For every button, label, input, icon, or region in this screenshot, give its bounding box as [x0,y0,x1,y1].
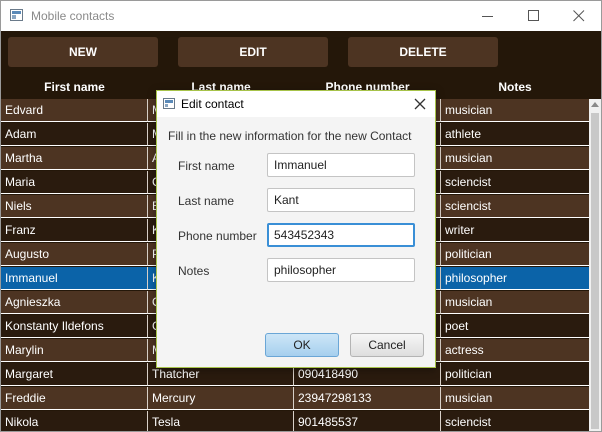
first-name-cell[interactable]: Freddie [1,387,148,410]
dialog-app-icon [163,98,175,109]
notes-field[interactable]: philosopher [267,258,415,282]
last-name-cell[interactable]: Mercury [148,387,294,410]
first-name-cell[interactable]: Maria [1,171,148,194]
notes-cell[interactable]: sciencist [441,171,589,194]
notes-cell[interactable]: politician [441,363,589,386]
scrollbar-thumb[interactable] [591,113,599,429]
app-icon [10,9,23,21]
dialog-title: Edit contact [181,97,244,111]
notes-cell[interactable]: actress [441,339,589,362]
column-header-first-name[interactable]: First name [1,75,148,99]
first-name-label: First name [178,159,235,173]
first-name-cell[interactable]: Franz [1,219,148,242]
first-name-cell[interactable]: Agnieszka [1,291,148,314]
first-name-cell[interactable]: Margaret [1,363,148,386]
notes-cell[interactable]: writer [441,219,589,242]
toolbar: NEW EDIT DELETE [1,31,601,73]
dialog-title-bar[interactable]: Edit contact [157,91,435,117]
cancel-button[interactable]: Cancel [350,333,424,357]
vertical-scrollbar[interactable] [589,99,601,431]
phone-number-cell[interactable]: 901485537 [294,411,441,431]
first-name-cell[interactable]: Adam [1,123,148,146]
first-name-cell[interactable]: Konstanty Ildefons [1,315,148,338]
last-name-field[interactable]: Kant [267,188,415,212]
window-title: Mobile contacts [31,9,115,23]
dialog-instructions: Fill in the new information for the new … [168,129,412,143]
notes-cell[interactable]: musician [441,147,589,170]
title-bar[interactable]: Mobile contacts [1,1,601,31]
new-button[interactable]: NEW [8,37,158,67]
first-name-cell[interactable]: Augusto [1,243,148,266]
column-header-notes[interactable]: Notes [441,75,589,99]
phone-number-field[interactable]: 543452343 [267,223,415,247]
ok-button[interactable]: OK [265,333,339,357]
table-row[interactable]: Freddie Mercury 23947298133 musician [1,387,589,411]
notes-cell[interactable]: poet [441,315,589,338]
notes-label: Notes [178,264,210,278]
notes-cell[interactable]: philosopher [441,267,589,290]
table-row[interactable]: Nikola Tesla 901485537 sciencist [1,411,589,431]
first-name-cell[interactable]: Immanuel [1,267,148,290]
notes-cell[interactable]: athlete [441,123,589,146]
first-name-cell[interactable]: Martha [1,147,148,170]
minimize-button[interactable] [465,1,511,31]
last-name-label: Last name [178,194,235,208]
notes-cell[interactable]: musician [441,99,589,122]
notes-cell[interactable]: politician [441,243,589,266]
delete-button[interactable]: DELETE [348,37,498,67]
scroll-up-arrow-icon[interactable] [591,102,599,107]
dialog-close-icon[interactable] [411,95,429,113]
phone-number-label: Phone number [178,229,257,243]
last-name-cell[interactable]: Tesla [148,411,294,431]
maximize-button[interactable] [511,1,557,31]
phone-number-cell[interactable]: 23947298133 [294,387,441,410]
first-name-cell[interactable]: Marylin [1,339,148,362]
notes-cell[interactable]: sciencist [441,195,589,218]
first-name-cell[interactable]: Edvard [1,99,148,122]
notes-cell[interactable]: musician [441,387,589,410]
notes-cell[interactable]: musician [441,291,589,314]
first-name-cell[interactable]: Niels [1,195,148,218]
edit-contact-dialog: Edit contact Fill in the new information… [156,90,436,368]
edit-button[interactable]: EDIT [178,37,328,67]
notes-cell[interactable]: sciencist [441,411,589,431]
first-name-field[interactable]: Immanuel [267,153,415,177]
close-button[interactable] [556,1,601,31]
first-name-cell[interactable]: Nikola [1,411,148,431]
